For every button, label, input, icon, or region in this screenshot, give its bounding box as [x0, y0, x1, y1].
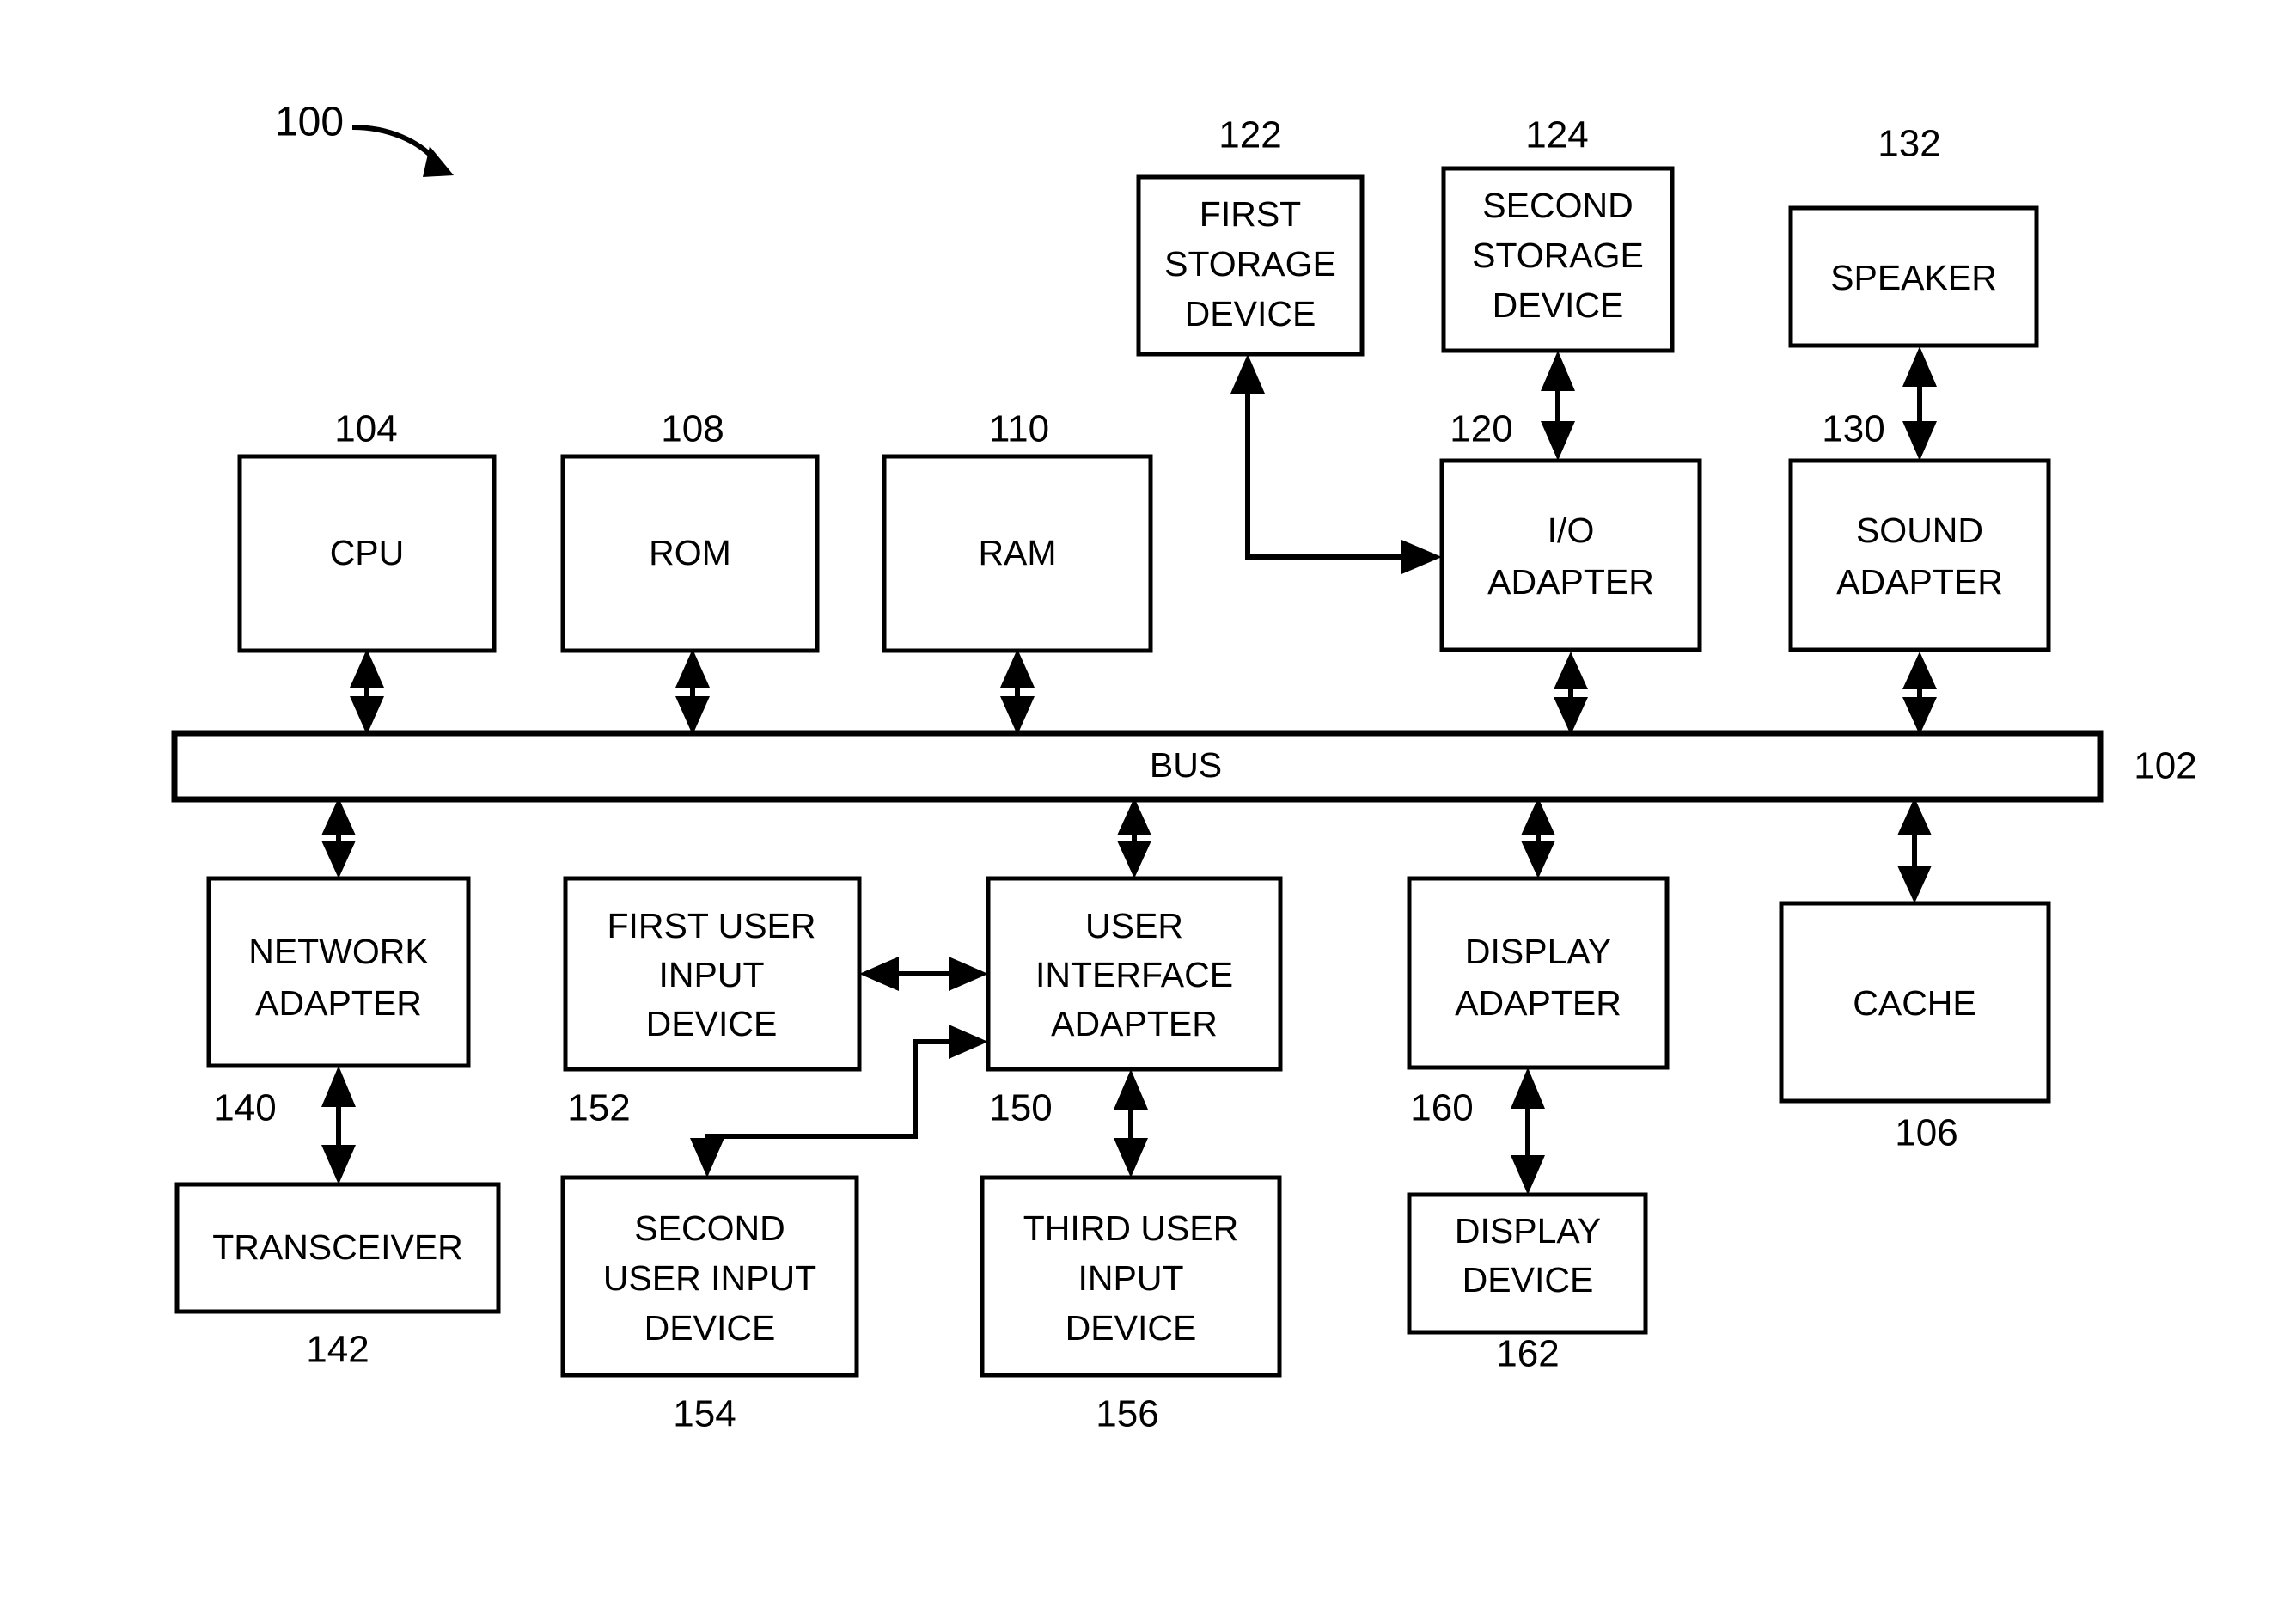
user-interface-adapter-label-line1: USER	[1085, 906, 1183, 945]
figure-callout-curve	[351, 125, 439, 163]
third-user-input-device-label-line3: DEVICE	[1066, 1308, 1197, 1348]
cpu-label: CPU	[330, 533, 405, 572]
connector-bus-cache	[1897, 798, 1932, 903]
ref-number-160: 160	[1410, 1087, 1473, 1129]
ram-label: RAM	[978, 533, 1056, 572]
ref-number-142: 142	[306, 1329, 369, 1371]
connector-display-adapter-display-device	[1511, 1067, 1545, 1195]
connector-bus-network-adapter	[321, 798, 356, 878]
ref-number-132: 132	[1878, 123, 1940, 165]
block-display-adapter[interactable]	[1407, 876, 1670, 1070]
diagram-canvas: 100 122 FIRST STORAGE DEVICE 124 SECOND …	[171, 100, 2197, 1435]
connector-bus-display-adapter	[1521, 798, 1555, 878]
connector-rom-bus	[675, 649, 710, 735]
block-bus[interactable]	[171, 730, 2104, 803]
ref-number-124: 124	[1525, 114, 1588, 156]
connector-third-user-input-device-user-interface-adapter	[1114, 1069, 1148, 1178]
cache-label: CACHE	[1853, 983, 1976, 1023]
connector-ram-bus	[1000, 649, 1035, 735]
first-user-input-device-label-line3: DEVICE	[646, 1004, 778, 1043]
rom-label: ROM	[649, 533, 731, 572]
second-user-input-device-label-line1: SECOND	[634, 1208, 785, 1248]
display-device-label-line2: DEVICE	[1462, 1260, 1594, 1300]
speaker-label: SPEAKER	[1830, 258, 1997, 297]
ref-number-110: 110	[989, 408, 1049, 450]
ref-number-130: 130	[1822, 408, 1884, 450]
second-storage-device-label-line1: SECOND	[1482, 186, 1633, 225]
display-adapter-label-line1: DISPLAY	[1465, 932, 1611, 971]
ref-number-102: 102	[2134, 745, 2196, 787]
user-interface-adapter-label-line2: INTERFACE	[1035, 955, 1233, 994]
sound-adapter-label-line2: ADAPTER	[1836, 562, 2003, 602]
block-network-adapter[interactable]	[206, 876, 471, 1068]
ref-number-140: 140	[213, 1087, 276, 1129]
ref-number-154: 154	[673, 1393, 736, 1435]
third-user-input-device-label-line1: THIRD USER	[1023, 1208, 1239, 1248]
patent-figure-block-diagram: 100 122 FIRST STORAGE DEVICE 124 SECOND …	[0, 0, 2296, 1615]
user-interface-adapter-label-line3: ADAPTER	[1051, 1004, 1218, 1043]
ref-number-156: 156	[1096, 1393, 1158, 1435]
ref-number-162: 162	[1496, 1333, 1559, 1375]
connector-io-adapter-bus	[1554, 652, 1588, 735]
connector-second-storage-io-adapter	[1541, 351, 1575, 461]
connector-speaker-sound-adapter	[1902, 346, 1937, 461]
ref-number-122: 122	[1218, 114, 1281, 156]
block-io-adapter[interactable]	[1439, 458, 1702, 652]
third-user-input-device-label-line2: INPUT	[1078, 1258, 1184, 1298]
network-adapter-label-line1: NETWORK	[248, 932, 429, 971]
first-storage-device-label-line2: STORAGE	[1164, 244, 1336, 284]
ref-number-152: 152	[567, 1087, 630, 1129]
first-user-input-device-label-line2: INPUT	[659, 955, 765, 994]
connector-cpu-bus	[350, 649, 384, 735]
connector-bus-user-interface-adapter	[1117, 798, 1151, 878]
network-adapter-label-line2: ADAPTER	[255, 983, 422, 1023]
connector-first-storage-io-adapter	[1230, 354, 1442, 574]
ref-number-104: 104	[334, 408, 397, 450]
bus-label: BUS	[1150, 745, 1222, 785]
second-user-input-device-label-line2: USER INPUT	[603, 1258, 816, 1298]
second-storage-device-label-line3: DEVICE	[1493, 285, 1624, 325]
display-device-label-line1: DISPLAY	[1455, 1211, 1601, 1251]
figure-number-100: 100	[275, 100, 344, 145]
ref-number-120: 120	[1450, 408, 1512, 450]
second-user-input-device-label-line3: DEVICE	[644, 1308, 776, 1348]
second-storage-device-label-line2: STORAGE	[1472, 236, 1644, 275]
connector-first-user-input-device-user-interface-adapter	[859, 957, 988, 991]
sound-adapter-label-line1: SOUND	[1856, 511, 1983, 550]
ref-number-108: 108	[661, 408, 724, 450]
connector-sound-adapter-bus	[1902, 652, 1937, 735]
transceiver-label: TRANSCEIVER	[212, 1227, 463, 1267]
connector-network-adapter-transceiver	[321, 1066, 356, 1184]
display-adapter-label-line2: ADAPTER	[1455, 983, 1621, 1023]
ref-number-150: 150	[989, 1087, 1052, 1129]
first-user-input-device-label-line1: FIRST USER	[608, 906, 816, 945]
io-adapter-label-line1: I/O	[1548, 511, 1595, 550]
ref-number-106: 106	[1895, 1112, 1957, 1154]
io-adapter-label-line2: ADAPTER	[1487, 562, 1654, 602]
block-sound-adapter[interactable]	[1788, 458, 2051, 652]
first-storage-device-label-line1: FIRST	[1200, 194, 1301, 234]
first-storage-device-label-line3: DEVICE	[1185, 294, 1316, 333]
